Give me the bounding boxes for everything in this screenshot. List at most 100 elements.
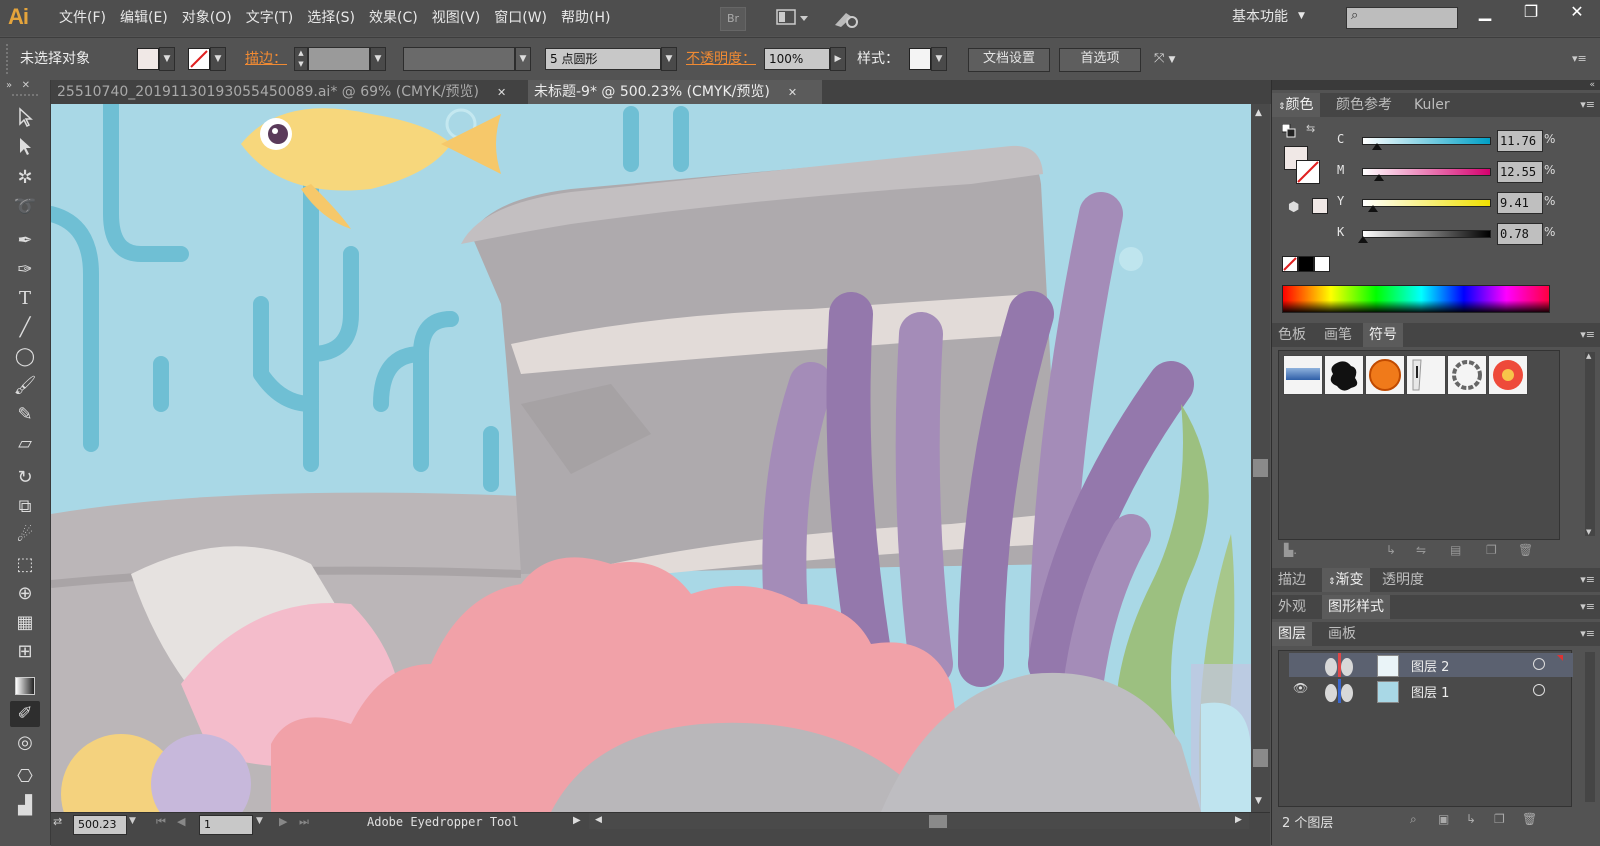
stroke-swatch[interactable] bbox=[188, 48, 210, 70]
new-layer-icon[interactable]: ❐ bbox=[1494, 812, 1505, 826]
shape-builder-tool[interactable]: ⊕ bbox=[10, 581, 40, 607]
red-flower-symbol[interactable] bbox=[1488, 355, 1528, 395]
layer-name[interactable]: 图层 2 bbox=[1411, 656, 1449, 675]
control-bar-grip[interactable] bbox=[6, 44, 14, 74]
artboard-number-field[interactable]: 1 bbox=[199, 815, 253, 835]
layer-target-circle[interactable] bbox=[1533, 684, 1545, 696]
minimize-button[interactable]: ▁ bbox=[1462, 0, 1508, 24]
slider-thumb[interactable] bbox=[1358, 236, 1369, 243]
width-profile-field[interactable] bbox=[403, 47, 515, 71]
place-symbol-icon[interactable]: ↳ bbox=[1386, 543, 1396, 557]
mesh-tool[interactable]: ⊞ bbox=[10, 639, 40, 665]
chain-ring-symbol[interactable] bbox=[1447, 355, 1487, 395]
layers-scrollbar[interactable] bbox=[1585, 652, 1595, 802]
chevron-down-icon[interactable]: ▼ bbox=[931, 47, 947, 71]
color-slider-m[interactable]: M 12.55% bbox=[1272, 161, 1600, 185]
symbols-scrollbar[interactable]: ▲ ▼ bbox=[1585, 352, 1595, 536]
layer-name[interactable]: 图层 1 bbox=[1411, 682, 1449, 701]
new-symbol-icon[interactable]: ❐ bbox=[1486, 543, 1497, 557]
scroll-thumb[interactable] bbox=[1253, 749, 1268, 767]
slider-thumb[interactable] bbox=[1373, 174, 1384, 181]
scroll-up-icon[interactable]: ▲ bbox=[1255, 108, 1262, 118]
curvature-tool[interactable]: ✑ bbox=[10, 257, 40, 283]
panel-menu-icon[interactable]: ▾≡ bbox=[1580, 93, 1595, 117]
artboard-canvas[interactable] bbox=[51, 104, 1251, 812]
slider-value-field[interactable]: 0.78 bbox=[1497, 223, 1543, 245]
brush-definition-control[interactable]: 5 点圆形 ▼ bbox=[545, 47, 677, 71]
slider-value-field[interactable]: 12.55 bbox=[1497, 161, 1543, 183]
menu-object[interactable]: 对象(O) bbox=[175, 0, 239, 36]
scroll-down-icon[interactable]: ▼ bbox=[1255, 796, 1262, 806]
paintbrush-tool[interactable]: 🖌 bbox=[10, 373, 40, 399]
tab-swatches[interactable]: 色板 bbox=[1272, 323, 1312, 347]
eraser-tool[interactable]: ▱ bbox=[10, 431, 40, 457]
chevron-down-icon[interactable]: ▼ bbox=[159, 47, 175, 71]
previous-artboard-icon[interactable]: ◀ bbox=[177, 815, 185, 828]
graphic-style-swatch[interactable] bbox=[909, 48, 931, 70]
close-icon[interactable]: ✕ bbox=[497, 86, 506, 99]
menu-select[interactable]: 选择(S) bbox=[300, 0, 362, 36]
blend-tool[interactable]: ◎ bbox=[10, 730, 40, 756]
tab-graphic-styles[interactable]: 图形样式 bbox=[1322, 595, 1390, 619]
vertical-scrollbar[interactable]: ▲ ▼ bbox=[1251, 104, 1270, 812]
preferences-button[interactable]: 首选项 bbox=[1059, 48, 1141, 72]
scroll-thumb[interactable] bbox=[929, 815, 947, 828]
stroke-panel-link[interactable]: 描边： bbox=[245, 48, 287, 70]
isolate-object-button[interactable]: ⤧ ▼ bbox=[1154, 48, 1194, 70]
close-icon[interactable]: ✕ bbox=[788, 86, 797, 99]
stroke-weight-field[interactable] bbox=[308, 47, 370, 71]
line-segment-tool[interactable]: ╱ bbox=[10, 315, 40, 341]
rotate-tool[interactable]: ↻ bbox=[10, 465, 40, 491]
symbol-options-icon[interactable]: ▤ bbox=[1450, 543, 1461, 557]
type-tool[interactable]: T bbox=[10, 286, 40, 312]
lasso-tool[interactable]: ➰ bbox=[10, 194, 40, 220]
pencil-tool[interactable]: ✎ bbox=[10, 402, 40, 428]
tools-panel-grip[interactable] bbox=[12, 94, 38, 100]
scroll-thumb[interactable] bbox=[1253, 459, 1268, 477]
arrange-documents-button[interactable] bbox=[775, 8, 809, 28]
ellipse-tool[interactable]: ◯ bbox=[10, 344, 40, 370]
tab-document-1[interactable]: 25510740_20191130193055450089.ai* @ 69% … bbox=[51, 80, 519, 104]
chevron-down-icon[interactable]: ▼ bbox=[515, 47, 531, 71]
first-artboard-icon[interactable]: ⏮ bbox=[156, 815, 166, 829]
color-slider-c[interactable]: C 11.76% bbox=[1272, 130, 1600, 154]
layer-row[interactable]: 👁 图层 1 bbox=[1289, 679, 1573, 703]
direct-selection-tool[interactable] bbox=[10, 136, 40, 162]
restore-button[interactable]: ❐ bbox=[1508, 0, 1554, 24]
next-artboard-icon[interactable]: ▶ bbox=[279, 815, 287, 828]
target-icon[interactable] bbox=[1321, 653, 1357, 677]
tools-panel-header[interactable]: » ✕ bbox=[6, 80, 46, 94]
panel-menu-icon[interactable]: ▾≡ bbox=[1580, 595, 1595, 619]
help-search-input[interactable]: ⌕ bbox=[1346, 7, 1458, 29]
workspace-switcher[interactable]: 基本功能 ▼ bbox=[1232, 6, 1305, 26]
delete-layer-icon[interactable]: 🗑 bbox=[1522, 812, 1537, 826]
warp-tool[interactable]: ☄ bbox=[10, 523, 40, 549]
white-color-swatch[interactable] bbox=[1314, 256, 1330, 272]
symbol-libraries-icon[interactable]: ▙. bbox=[1284, 543, 1297, 557]
tab-color-guide[interactable]: 颜色参考 bbox=[1330, 93, 1398, 117]
horizontal-scrollbar[interactable]: ◀ ▶ bbox=[589, 813, 1249, 829]
chevron-down-icon[interactable]: ▼ bbox=[370, 47, 386, 71]
tab-document-2[interactable]: 未标题-9* @ 500.23% (CMYK/预览) ✕ bbox=[528, 80, 822, 104]
opacity-field[interactable]: 100% bbox=[764, 48, 830, 70]
chevron-down-icon[interactable]: ▼ bbox=[661, 47, 677, 71]
blue-banner-symbol[interactable] bbox=[1283, 355, 1323, 395]
eyedropper-tool[interactable]: ✐ bbox=[10, 701, 40, 727]
chevron-down-icon[interactable]: ▼ bbox=[129, 816, 136, 826]
chevron-down-icon[interactable]: ▼ bbox=[210, 47, 226, 71]
menu-file[interactable]: 文件(F) bbox=[52, 0, 113, 36]
free-transform-tool[interactable]: ⬚ bbox=[10, 552, 40, 578]
selection-tool[interactable] bbox=[10, 107, 40, 133]
orange-dot-symbol[interactable] bbox=[1365, 355, 1405, 395]
slider-thumb[interactable] bbox=[1368, 205, 1379, 212]
status-menu-icon[interactable]: ▶ bbox=[573, 815, 581, 826]
scroll-right-icon[interactable]: ▶ bbox=[1235, 815, 1242, 825]
tab-symbols[interactable]: 符号 bbox=[1363, 323, 1403, 347]
menu-edit[interactable]: 编辑(E) bbox=[113, 0, 175, 36]
locate-object-icon[interactable]: ⌕ bbox=[1410, 812, 1417, 827]
stepper-icon[interactable]: ▲ ▼ bbox=[294, 47, 308, 71]
tab-brushes[interactable]: 画笔 bbox=[1318, 323, 1358, 347]
slider-value-field[interactable]: 9.41 bbox=[1497, 192, 1543, 214]
graph-tool[interactable]: ▦ bbox=[10, 610, 40, 636]
panel-menu-icon[interactable]: ▾≡ bbox=[1580, 323, 1595, 347]
